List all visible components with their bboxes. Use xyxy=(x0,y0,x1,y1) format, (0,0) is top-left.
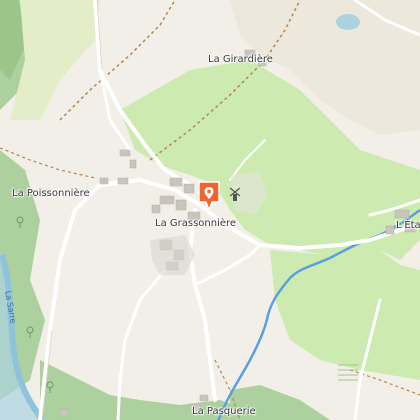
location-pin-icon[interactable] xyxy=(196,180,222,212)
map-canvas[interactable]: La Girardière La Poissonnière La Grasson… xyxy=(0,0,420,420)
pond xyxy=(336,14,360,30)
windmill-icon xyxy=(228,186,242,202)
